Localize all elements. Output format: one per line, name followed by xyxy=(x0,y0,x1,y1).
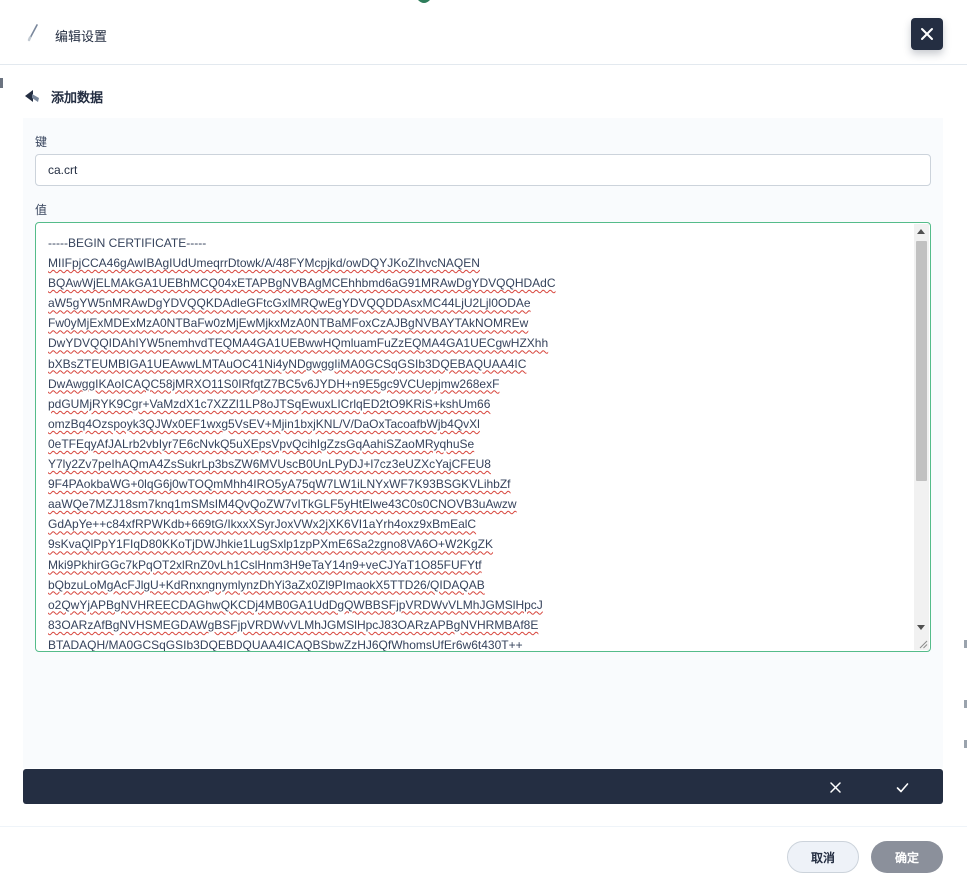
value-line: Fw0yMjExMDExMzA0NTBaFw0zMjEwMjkxMzA0NTBa… xyxy=(48,316,529,331)
back-label: 添加数据 xyxy=(51,89,104,105)
close-icon xyxy=(921,28,933,40)
value-line: bQbzuLoMgAcFJlgU+KdRnxngnymlynzDhYi3aZx0… xyxy=(48,577,485,592)
value-line: GdApYe++c84xfRPWKdb+669tG/IkxxXSyrJoxVWx… xyxy=(48,517,477,532)
value-line: Mki9PkhirGGc7kPqOT2xlRnZ0vLh1CslHnm3H9eT… xyxy=(48,557,482,572)
resize-grip-icon[interactable] xyxy=(919,640,928,649)
value-line: 9sKvaQlPpY1FIqD80KKoTjDWJhkie1LugSxlp1zp… xyxy=(48,537,494,552)
close-button[interactable] xyxy=(911,18,943,50)
scroll-down-arrow-icon[interactable] xyxy=(917,625,925,630)
value-line: DwAwggIKAoICAQC58jMRXO11S0IRfqtZ7BC5v6JY… xyxy=(48,376,500,391)
value-line: DwYDVQQIDAhIYW5nemhvdTEQMA4GA1UEBwwHQmlu… xyxy=(48,336,549,351)
check-icon xyxy=(896,782,908,792)
cancel-button[interactable]: 取消 xyxy=(787,841,859,873)
value-textarea[interactable]: -----BEGIN CERTIFICATE----- MIIFpjCCA46gA… xyxy=(35,222,931,652)
scrollbar-thumb[interactable] xyxy=(916,241,927,481)
value-line: MIIFpjCCA46gAwIBAgIUdUmeqrrDtowk/A/48FYM… xyxy=(48,256,480,271)
value-scrollbar[interactable] xyxy=(914,224,929,650)
close-icon xyxy=(829,781,841,793)
value-line: aW5gYW5nMRAwDgYDVQQKDAdleGFtcGxlMRQwEgYD… xyxy=(48,296,531,311)
value-line: pdGUMjRYK9Cgr+VaMzdX1c7XZZl1LP8oJTSqEwux… xyxy=(48,396,491,411)
value-label: 值 xyxy=(35,203,48,217)
inline-action-bar xyxy=(23,769,943,804)
value-line: omzBq4Ozspoyk3QJWx0EF1wxg5VsEV+Mjin1bxjK… xyxy=(48,416,480,431)
pen-icon xyxy=(27,24,38,42)
value-line: o2QwYjAPBgNVHREECDAGhwQKCDj4MB0GA1UdDgQW… xyxy=(48,597,543,612)
value-line: BQAwWjELMAkGA1UEBhMCQ04xETAPBgNVBAgMCEhh… xyxy=(48,276,556,291)
value-line: 9F4PAokbaWG+0lqG6j0wTOQmMhh4IRO5yA75qW7L… xyxy=(48,477,511,492)
confirm-edit-button[interactable] xyxy=(894,779,910,795)
back-to-add-data[interactable]: 添加数据 xyxy=(24,86,103,106)
scroll-up-arrow-icon[interactable] xyxy=(917,229,925,234)
value-line: 0eTFEqyAfJALrb2vbIyr7E6cNvkQ5uXEpsVpvQci… xyxy=(48,436,475,451)
ok-button[interactable]: 确定 xyxy=(871,841,943,873)
key-input[interactable]: ca.crt xyxy=(35,154,931,186)
value-line: -----BEGIN CERTIFICATE----- xyxy=(48,236,207,250)
value-line: Y7ly2Zv7peIhAQmA4ZsSukrLp3bsZW6MVUscB0Un… xyxy=(48,457,491,472)
value-line: bXBsZTEUMBIGA1UEAwwLMTAuOC41Ni4yNDgwggIi… xyxy=(48,356,527,371)
modal-title: 编辑设置 xyxy=(55,29,108,44)
edit-settings-modal: 编辑设置 添加数据 键 ca.crt 值 -----BEGIN CERTIFIC… xyxy=(0,0,967,892)
value-text-content: -----BEGIN CERTIFICATE----- MIIFpjCCA46gA… xyxy=(48,233,908,652)
value-line: 83OARzAfBgNVHSMEGDAWgBSFjpVRDWvVLMhJGMSl… xyxy=(48,617,539,632)
back-arrow-icon xyxy=(25,90,39,102)
cancel-edit-button[interactable] xyxy=(827,779,843,795)
value-line: aaWQe7MZJ18sm7knq1mSMsIM4QvQoZW7vITkGLF5… xyxy=(48,497,517,512)
modal-header: 编辑设置 xyxy=(0,0,967,65)
footer-divider xyxy=(0,826,967,827)
key-label: 键 xyxy=(35,135,48,149)
value-line: BTADAQH/MA0GCSqGSIb3DQEBDQUAA4ICAQBSbwZz… xyxy=(48,637,523,652)
